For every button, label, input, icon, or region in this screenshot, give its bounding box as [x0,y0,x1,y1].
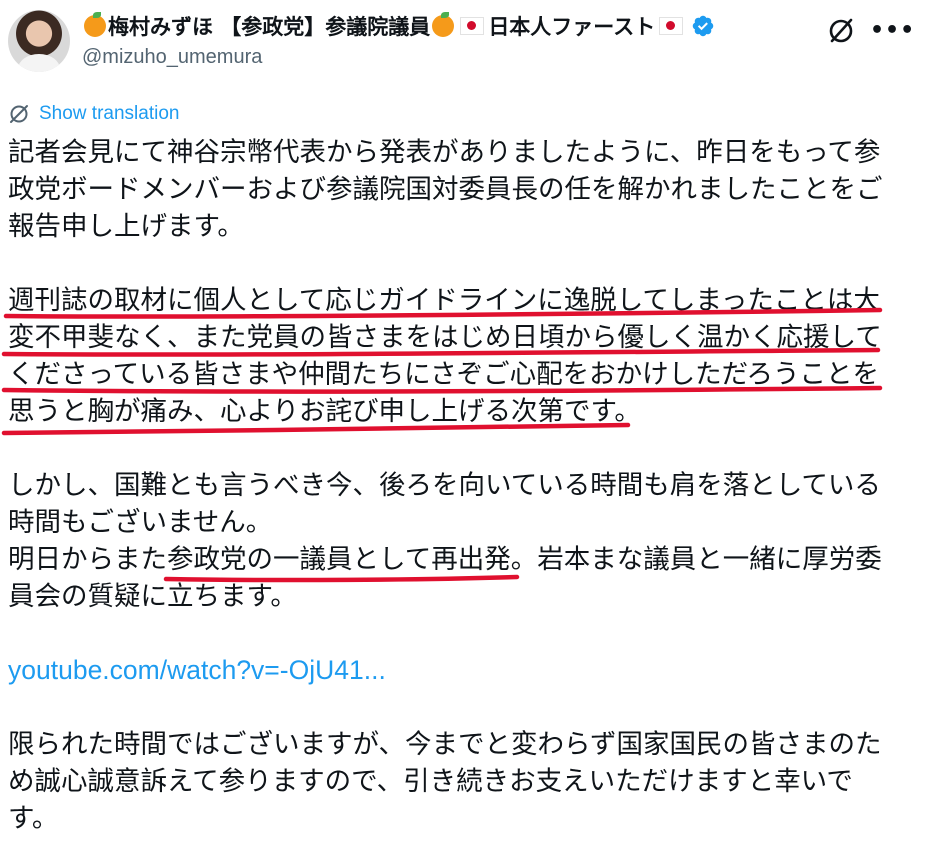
show-translation-link[interactable]: Show translation [8,100,179,128]
post-line: しかし、国難とも言うべき今、後ろを向いている時間も肩を落としている [8,470,881,501]
display-name-text: 梅村みずほ 【参政党】参議院議員 [108,15,431,39]
avatar[interactable] [8,10,70,72]
japan-flag-icon [659,17,684,35]
post-line: 限られた時間ではございますが、今までと変わらず国家国民の皆さまのた [8,729,882,760]
post-line: め誠心誠意訴えて参りますので、引き続きお支えいただけますと幸いで [8,766,853,797]
verified-badge-icon[interactable] [691,14,715,38]
post-line: くださっている皆さまや仲間たちにさぞご心配をおかけしただろうことを [8,359,880,390]
post-line: す。 [8,803,59,834]
orange-emoji-icon [84,12,106,37]
display-name-slogan: 日本人ファースト [488,15,656,39]
post-line: 時間もございません。 [8,507,273,538]
post-line: 報告申し上げます。 [8,211,244,242]
avatar-figure [18,54,60,72]
display-name[interactable]: 梅村みずほ 【参政党】参議院議員 日本人ファースト [82,10,715,42]
translate-icon [10,105,28,123]
user-handle[interactable]: @mizuho_umemura [82,46,262,69]
orange-emoji-icon [432,12,455,37]
post-line: 員会の質疑に立ちます。 [8,581,297,612]
post-line: 思うと胸が痛み、心よりお詫び申し上げる次第です。 [8,396,641,427]
grok-icon[interactable] [826,16,856,46]
post-header: 梅村みずほ 【参政党】参議院議員 日本人ファースト @mizuho_umemur… [8,6,930,78]
post-line: 週刊誌の取材に個人として応じガイドラインに逸脱してしまったことは大 [8,285,880,316]
show-translation-label: Show translation [39,103,180,124]
youtube-link[interactable]: youtube.com/watch?v=-OjU41... [8,652,908,689]
japan-flag-icon [460,17,485,35]
post-text: 記者会見にて神谷宗幣代表から発表がありましたように、昨日をもって参 政党ボードメ… [8,134,908,837]
post-line: 記者会見にて神谷宗幣代表から発表がありましたように、昨日をもって参 [8,137,881,168]
post-line: 政党ボードメンバーおよび参議院国対委員長の任を解かれましたことをご [8,174,883,205]
post-line: 変不甲斐なく、また党員の皆さまをはじめ日頃から優しく温かく応援して [8,322,882,353]
more-options-icon[interactable]: ••• [870,20,914,42]
post-line: 明日からまた参政党の一議員として再出発。岩本まな議員と一緒に厚労委 [8,544,882,575]
